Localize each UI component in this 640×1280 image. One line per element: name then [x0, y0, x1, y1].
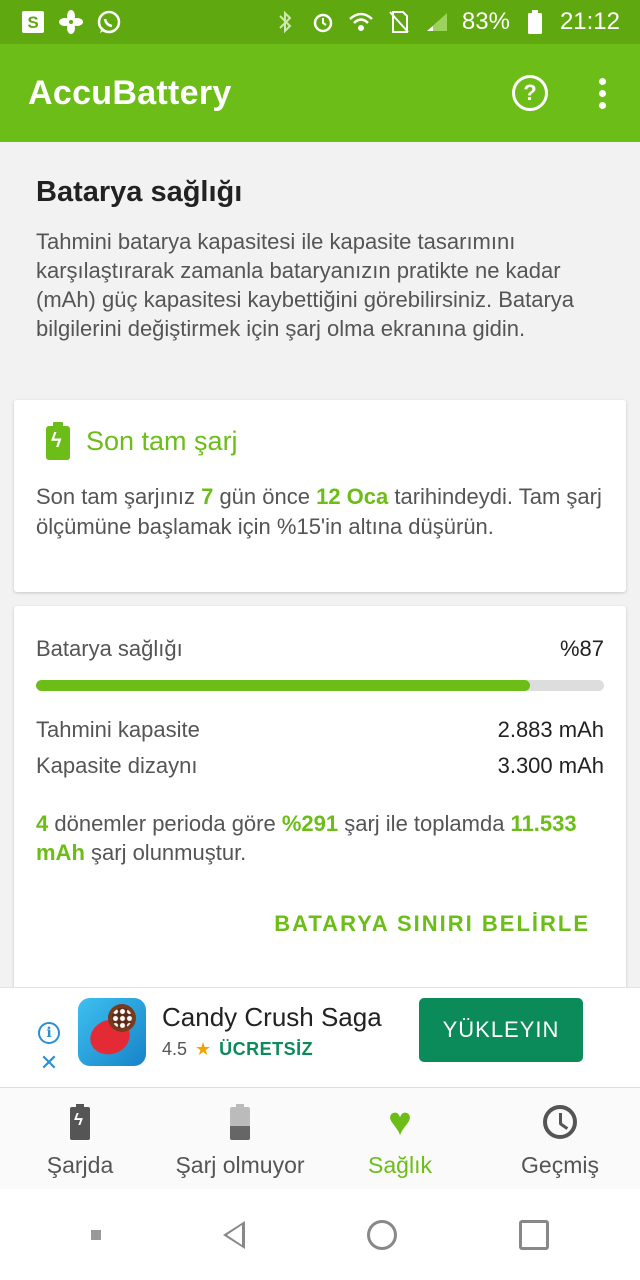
nav-item-discharging[interactable]: Şarj olmuyor [160, 1088, 320, 1189]
notification-icons: S [20, 9, 122, 35]
last-full-charge-card: ϟ Son tam şarj Son tam şarjınız 7 gün ön… [14, 400, 626, 592]
charged-percent: %291 [281, 811, 339, 836]
days-ago-value: 7 [201, 484, 214, 509]
health-progress-fill [36, 680, 531, 691]
health-screen[interactable]: Batarya sağlığı Tahmini batarya kapasite… [0, 142, 640, 987]
status-bar: S 83% 21:12 [0, 0, 640, 44]
last-charge-title: Son tam şarj [86, 425, 238, 456]
ad-install-button[interactable]: YÜKLEYIN [419, 998, 583, 1062]
section-description: Tahmini batarya kapasitesi ile kapasite … [36, 229, 575, 341]
ad-app-title[interactable]: Candy Crush Saga [162, 1002, 382, 1033]
system-navigation-bar [0, 1189, 640, 1280]
no-sim-icon [386, 9, 412, 35]
heart-icon: ♥ [388, 1100, 412, 1144]
cycle-count: 4 [36, 811, 49, 836]
design-capacity-value: 3.300 mAh [497, 753, 604, 778]
battery-percent: 83% [461, 8, 510, 35]
help-icon[interactable]: ? [512, 75, 548, 111]
health-value: %87 [559, 636, 604, 661]
star-icon: ★ [195, 1039, 212, 1059]
last-charge-date: 12 Oca [316, 484, 389, 509]
health-progress-bar [36, 680, 604, 691]
battery-health-card: Batarya sağlığı %87 Tahmini kapasite 2.8… [14, 606, 626, 987]
nav-label: Şarj olmuyor [175, 1152, 305, 1178]
intro-section: Batarya sağlığı Tahmini batarya kapasite… [0, 142, 640, 343]
s-app-icon: S [20, 9, 46, 35]
ad-close-icon[interactable]: ✕ [40, 1050, 58, 1076]
estimated-capacity-label: Tahmini kapasite [36, 717, 200, 742]
battery-charging-icon: ϟ [46, 422, 70, 460]
wifi-icon [348, 9, 374, 35]
bottom-navigation: ϟ Şarjda Şarj olmuyor ♥ Sağlık Geçmiş [0, 1087, 640, 1189]
keyboard-indicator-icon [91, 1229, 101, 1240]
health-row: Batarya sağlığı %87 [36, 636, 604, 662]
nav-label: Şarjda [46, 1152, 114, 1178]
home-icon[interactable] [367, 1219, 397, 1250]
ad-banner[interactable]: i ✕ Candy Crush Saga 4.5 ★ ÜCRETSİZ YÜKL… [0, 987, 640, 1087]
nav-item-health[interactable]: ♥ Sağlık [320, 1088, 480, 1189]
app-bar: AccuBattery ? [0, 44, 640, 142]
recent-apps-icon[interactable] [519, 1219, 549, 1250]
section-title: Batarya sağlığı [36, 176, 243, 208]
nav-item-charging[interactable]: ϟ Şarjda [0, 1088, 160, 1189]
set-battery-limit-button[interactable]: BATARYA SINIRI BELİRLE [36, 911, 604, 937]
ad-price: ÜCRETSİZ [219, 1039, 314, 1059]
charge-summary: 4 dönemler perioda göre %291 şarj ile to… [36, 811, 577, 865]
battery-discharging-icon [230, 1104, 250, 1140]
ad-info-icon[interactable]: i [38, 1022, 60, 1044]
ad-app-logo[interactable] [78, 998, 146, 1066]
ad-rating: 4.5 [162, 1039, 188, 1059]
back-icon[interactable] [223, 1220, 245, 1249]
estimated-capacity-value: 2.883 mAh [497, 717, 604, 742]
health-label: Batarya sağlığı [36, 636, 183, 661]
history-icon [543, 1105, 577, 1139]
battery-charging-icon: ϟ [70, 1104, 90, 1140]
more-options-icon[interactable] [592, 77, 612, 109]
design-capacity-label: Kapasite dizaynı [36, 753, 198, 778]
clock: 21:12 [559, 8, 620, 35]
alarm-icon [310, 9, 336, 35]
last-charge-text: Son tam şarjınız 7 gün önce 12 Oca tarih… [36, 484, 602, 539]
nav-label: Sağlık [368, 1152, 432, 1178]
design-capacity-row: Kapasite dizaynı 3.300 mAh [36, 753, 604, 779]
estimated-capacity-row: Tahmini kapasite 2.883 mAh [36, 717, 604, 743]
fan-icon [58, 9, 84, 35]
nav-item-history[interactable]: Geçmiş [480, 1088, 640, 1189]
nav-label: Geçmiş [521, 1152, 599, 1178]
app-title: AccuBattery [28, 73, 232, 112]
bluetooth-icon [272, 9, 298, 35]
battery-icon [522, 9, 548, 35]
svg-text:S: S [27, 13, 38, 32]
signal-icon [424, 9, 450, 35]
whatsapp-icon [96, 9, 122, 35]
system-status-icons: 83% 21:12 [272, 8, 620, 36]
